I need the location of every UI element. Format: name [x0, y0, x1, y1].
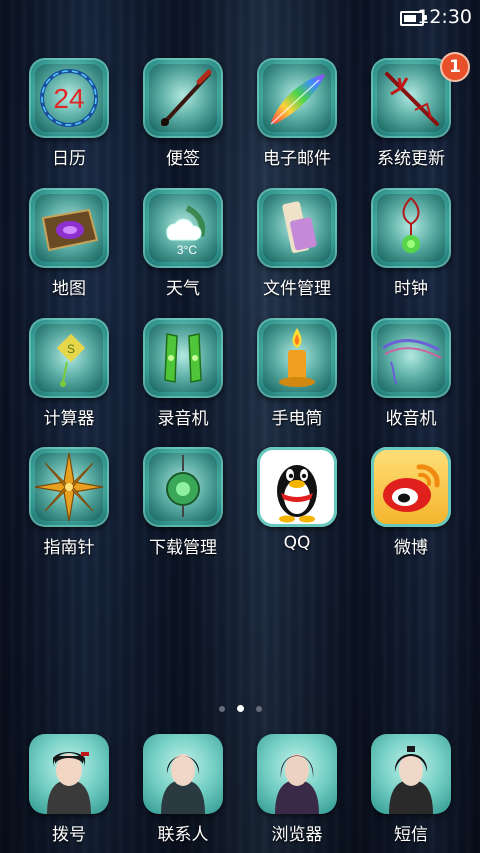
app-label: 系统更新	[377, 149, 445, 169]
scroll-map-icon	[29, 188, 109, 268]
app-email[interactable]: 电子邮件	[240, 58, 354, 178]
app-qq[interactable]: QQ	[240, 447, 354, 567]
dock-label: 联系人	[157, 825, 209, 845]
app-label: 电子邮件	[263, 149, 331, 169]
qq-penguin-icon	[257, 447, 337, 527]
dock-label: 浏览器	[271, 825, 323, 845]
status-bar: 12:30	[0, 0, 480, 36]
app-file-manager[interactable]: 文件管理	[240, 188, 354, 308]
dock-contacts[interactable]: 联系人	[126, 734, 240, 845]
app-compass[interactable]: 指南针	[12, 447, 126, 567]
compass-star-icon	[29, 447, 109, 527]
app-clock[interactable]: 时钟	[354, 188, 468, 308]
dock-dialer[interactable]: 拨号	[12, 734, 126, 845]
dock-label: 短信	[394, 825, 428, 845]
app-radio[interactable]: 收音机	[354, 318, 468, 438]
page-dot-active[interactable]	[236, 705, 244, 712]
svg-text:3°C: 3°C	[177, 243, 197, 257]
app-recorder[interactable]: 录音机	[126, 318, 240, 438]
cloud-icon: 3°C	[143, 188, 223, 268]
app-label: 计算器	[43, 409, 95, 429]
page-dot[interactable]	[218, 705, 225, 712]
status-clock: 12:30	[417, 6, 472, 28]
app-flashlight[interactable]: 手电筒	[240, 318, 354, 438]
app-notes[interactable]: 便签	[126, 58, 240, 178]
app-label: 微博	[394, 538, 428, 558]
dock-label: 拨号	[52, 825, 86, 845]
avatar-swordsman-icon	[143, 734, 223, 814]
app-label: 收音机	[385, 409, 437, 429]
page-indicator	[0, 698, 480, 712]
avatar-warrior-icon	[257, 734, 337, 814]
avatar-scholar-icon	[371, 734, 451, 814]
dock-messages[interactable]: 短信	[354, 734, 468, 845]
app-label: 录音机	[157, 409, 209, 429]
app-label: QQ	[283, 533, 311, 553]
app-weibo[interactable]: 微博	[354, 447, 468, 567]
pendant-icon	[371, 188, 451, 268]
notification-badge: 1	[440, 52, 470, 82]
weibo-icon	[371, 447, 451, 527]
app-label: 天气	[166, 279, 200, 299]
avatar-girl-icon	[29, 734, 109, 814]
calendar-icon: 24	[29, 58, 109, 138]
bracers-icon	[143, 318, 223, 398]
app-label: 指南针	[43, 538, 95, 558]
app-label: 文件管理	[263, 279, 331, 299]
ribbon-icon	[371, 318, 451, 398]
dock-browser[interactable]: 浏览器	[240, 734, 354, 845]
app-map[interactable]: 地图	[12, 188, 126, 308]
trident-icon	[371, 58, 451, 138]
candle-icon	[257, 318, 337, 398]
app-calendar[interactable]: 24 日历	[12, 58, 126, 178]
app-label: 地图	[52, 279, 86, 299]
app-label: 便签	[166, 149, 200, 169]
app-label: 下载管理	[149, 538, 217, 558]
svg-text:S: S	[67, 342, 75, 356]
app-calculator[interactable]: S 计算器	[12, 318, 126, 438]
page-dot[interactable]	[255, 705, 262, 712]
jade-pendant-icon	[143, 447, 223, 527]
svg-text:24: 24	[53, 83, 84, 114]
app-system-update[interactable]: 1 系统更新	[354, 52, 470, 178]
app-label: 手电筒	[271, 409, 323, 429]
app-label: 时钟	[394, 279, 428, 299]
app-weather[interactable]: 3°C 天气	[126, 188, 240, 308]
brush-icon	[143, 58, 223, 138]
app-label: 日历	[52, 149, 86, 169]
scroll-icon	[257, 188, 337, 268]
feather-icon	[257, 58, 337, 138]
app-download-manager[interactable]: 下载管理	[126, 447, 240, 567]
lantern-icon: S	[29, 318, 109, 398]
